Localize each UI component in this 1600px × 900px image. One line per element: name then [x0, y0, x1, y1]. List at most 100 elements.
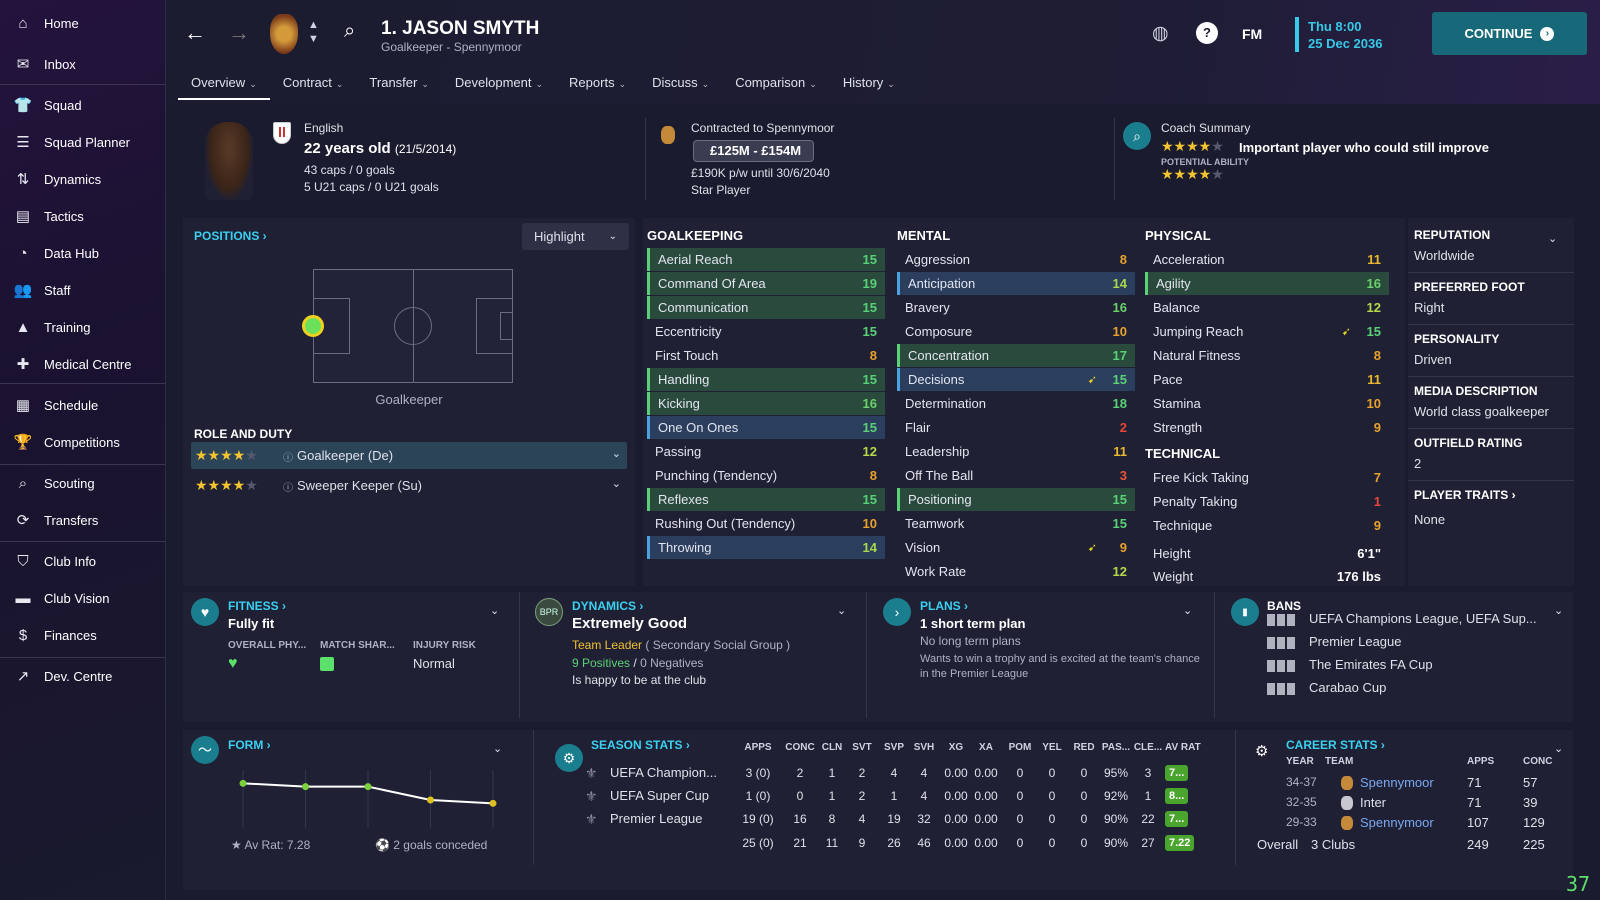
attribute-row[interactable]: Reflexes 15 — [647, 488, 885, 511]
attribute-row[interactable]: Concentration 17 — [897, 344, 1135, 367]
back-arrow-icon[interactable]: ← — [184, 20, 206, 46]
attribute-row[interactable]: Penalty Taking 1 — [1145, 490, 1389, 513]
sidebar-item-club-info[interactable]: ⛉ Club Info — [0, 544, 166, 578]
role-row[interactable]: ★★★★★ ⓘ Goalkeeper (De) ⌄ — [191, 442, 627, 469]
sidebar-item-inbox[interactable]: ✉ Inbox — [0, 47, 166, 81]
sidebar-item-data-hub[interactable]: ◔ Data Hub — [0, 236, 166, 270]
tab-contract[interactable]: Contract ⌄ — [270, 74, 357, 100]
attribute-row[interactable]: Off The Ball 3 — [897, 464, 1135, 487]
bans-chevron-icon[interactable]: ⌄ — [1554, 604, 1563, 617]
career-team[interactable]: Spennymoor — [1360, 775, 1434, 790]
tab-comparison[interactable]: Comparison ⌄ — [722, 74, 830, 100]
attribute-row[interactable]: Technique 9 — [1145, 514, 1389, 537]
attribute-row[interactable]: First Touch 8 — [647, 344, 885, 367]
dynamics-link[interactable]: DYNAMICS › — [572, 599, 643, 613]
attribute-row[interactable]: Vision ➹ 9 — [897, 536, 1135, 559]
form-point[interactable] — [239, 779, 247, 787]
fm-menu[interactable]: FM — [1242, 26, 1262, 42]
sidebar-item-scouting[interactable]: ⌕ Scouting — [0, 466, 166, 500]
attribute-row[interactable]: Free Kick Taking 7 — [1145, 466, 1389, 489]
attribute-row[interactable]: Rushing Out (Tendency) 10 — [647, 512, 885, 535]
forward-arrow-icon[interactable]: → — [228, 20, 250, 46]
attribute-row[interactable]: Aerial Reach 15 — [647, 248, 885, 271]
competition-name[interactable]: UEFA Super Cup — [610, 788, 709, 803]
sidebar-item-dev-centre[interactable]: ↗ Dev. Centre — [0, 659, 166, 693]
goalkeeper-position-marker[interactable] — [302, 315, 324, 337]
attribute-row[interactable]: Punching (Tendency) 8 — [647, 464, 885, 487]
career-team[interactable]: Inter — [1360, 795, 1386, 810]
player-switch-icon[interactable]: ▲ ▼ — [308, 18, 319, 46]
attribute-row[interactable]: Handling 15 — [647, 368, 885, 391]
world-icon[interactable]: ◍ — [1152, 22, 1169, 45]
tab-overview[interactable]: Overview ⌄ — [178, 74, 270, 100]
sidebar-item-training[interactable]: ▲ Training — [0, 310, 166, 344]
tab-transfer[interactable]: Transfer ⌄ — [356, 74, 441, 100]
continue-button[interactable]: CONTINUE › — [1432, 12, 1587, 55]
sidebar-item-schedule[interactable]: ▦ Schedule — [0, 388, 166, 422]
role-row[interactable]: ★★★★★ ⓘ Sweeper Keeper (Su) ⌄ — [191, 472, 627, 499]
attribute-row[interactable]: Determination 18 — [897, 392, 1135, 415]
attribute-row[interactable]: Kicking 16 — [647, 392, 885, 415]
attribute-row[interactable]: Teamwork 15 — [897, 512, 1135, 535]
attribute-row[interactable]: Pace 11 — [1145, 368, 1389, 391]
attribute-row[interactable]: Positioning 15 — [897, 488, 1135, 511]
attribute-row[interactable]: Anticipation 14 — [897, 272, 1135, 295]
sidebar-item-club-vision[interactable]: ▬ Club Vision — [0, 581, 166, 615]
attribute-row[interactable]: Leadership 11 — [897, 440, 1135, 463]
sidebar-item-dynamics[interactable]: ⇅ Dynamics — [0, 162, 166, 196]
attribute-row[interactable]: Passing 12 — [647, 440, 885, 463]
sidebar-item-competitions[interactable]: 🏆 Competitions — [0, 425, 166, 459]
attribute-row[interactable]: Acceleration 11 — [1145, 248, 1389, 271]
attribute-row[interactable]: Natural Fitness 8 — [1145, 344, 1389, 367]
attribute-row[interactable]: Work Rate 12 — [897, 560, 1135, 583]
fitness-link[interactable]: FITNESS › — [228, 599, 286, 613]
attribute-row[interactable]: Bravery 16 — [897, 296, 1135, 319]
sidebar-item-squad-planner[interactable]: ☰ Squad Planner — [0, 125, 166, 159]
tab-reports[interactable]: Reports ⌄ — [556, 74, 639, 100]
career-team[interactable]: Spennymoor — [1360, 815, 1434, 830]
sidebar-item-finances[interactable]: $ Finances — [0, 618, 166, 652]
positions-link[interactable]: POSITIONS › — [194, 229, 267, 243]
attribute-row[interactable]: One On Ones 15 — [647, 416, 885, 439]
form-point[interactable] — [302, 783, 309, 791]
player-traits-link[interactable]: PLAYER TRAITS › — [1414, 488, 1516, 502]
sidebar-item-transfers[interactable]: ⟳ Transfers — [0, 503, 166, 537]
form-point[interactable] — [489, 799, 497, 807]
tab-development[interactable]: Development ⌄ — [442, 74, 556, 100]
attribute-row[interactable]: Flair 2 — [897, 416, 1135, 439]
season-stats-link[interactable]: SEASON STATS › — [591, 738, 690, 752]
attribute-row[interactable]: Balance 12 — [1145, 296, 1389, 319]
highlight-dropdown[interactable]: Highlight ⌄ — [522, 223, 629, 250]
tab-history[interactable]: History ⌄ — [830, 74, 908, 100]
attribute-row[interactable]: Command Of Area 19 — [647, 272, 885, 295]
competition-name[interactable]: UEFA Champion... — [610, 765, 717, 780]
help-icon[interactable]: ? — [1196, 22, 1218, 44]
attribute-row[interactable]: Stamina 10 — [1145, 392, 1389, 415]
value-badge[interactable]: £125M - £154M — [693, 140, 815, 162]
attribute-row[interactable]: Decisions ➹ 15 — [897, 368, 1135, 391]
attribute-row[interactable]: Agility 16 — [1145, 272, 1389, 295]
sidebar-item-tactics[interactable]: ▤ Tactics — [0, 199, 166, 233]
chevron-down-icon[interactable]: ⌄ — [612, 477, 621, 490]
plans-link[interactable]: PLANS › — [920, 599, 968, 613]
plans-chevron-icon[interactable]: ⌄ — [1183, 604, 1192, 617]
attribute-row[interactable]: Aggression 8 — [897, 248, 1135, 271]
chevron-down-icon[interactable]: ⌄ — [612, 447, 621, 460]
info-icon[interactable]: ⓘ — [283, 479, 293, 494]
sidebar-item-home[interactable]: ⌂ Home — [0, 6, 166, 40]
search-icon[interactable]: ⌕ — [344, 20, 355, 43]
competition-name[interactable]: Premier League — [610, 811, 703, 826]
form-point[interactable] — [427, 796, 434, 804]
sidebar-item-squad[interactable]: 👕 Squad — [0, 88, 166, 122]
form-point[interactable] — [364, 783, 372, 791]
career-chevron-icon[interactable]: ⌄ — [1554, 742, 1563, 755]
form-link[interactable]: FORM › — [228, 738, 271, 752]
sidebar-item-staff[interactable]: 👥 Staff — [0, 273, 166, 307]
info-icon[interactable]: ⓘ — [283, 449, 293, 464]
attribute-row[interactable]: Eccentricity 15 — [647, 320, 885, 343]
dynamics-chevron-icon[interactable]: ⌄ — [837, 604, 846, 617]
fitness-chevron-icon[interactable]: ⌄ — [490, 604, 499, 617]
attribute-row[interactable]: Composure 10 — [897, 320, 1135, 343]
tab-discuss[interactable]: Discuss ⌄ — [639, 74, 722, 100]
sidebar-item-medical-centre[interactable]: ✚ Medical Centre — [0, 347, 166, 381]
